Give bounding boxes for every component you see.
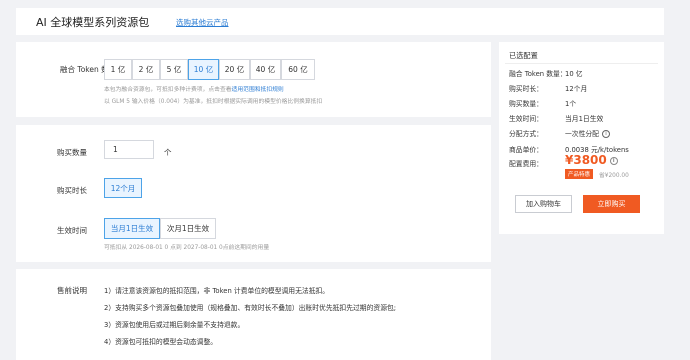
summary-duration-value: 12个月 xyxy=(565,85,588,93)
token-option-5[interactable]: 5 亿 xyxy=(160,59,188,80)
summary-allocation-value: 一次性分配 i xyxy=(565,128,610,138)
add-to-cart-button[interactable]: 加入购物车 xyxy=(515,195,572,213)
duration-label: 购买时长 xyxy=(57,186,87,195)
original-price: 省¥200.00 xyxy=(599,173,629,179)
price-value: ¥3800 xyxy=(565,153,607,167)
summary-price: ¥3800 i xyxy=(565,153,618,167)
other-products-link[interactable]: 选购其他云产品 xyxy=(176,17,229,28)
buy-now-button[interactable]: 立即购买 xyxy=(583,195,640,213)
token-desc-2: 以 GLM 5 输入价格（0.004）为基准，抵扣时根据实际调用的模型价格比例换… xyxy=(104,99,323,105)
token-option-2[interactable]: 2 亿 xyxy=(132,59,160,80)
token-desc-1: 本包为融合资源包，可抵扣多种计费项，点击查看适用范围和抵扣规则 xyxy=(104,84,284,93)
summary-token-label: 融合 Token 数量： xyxy=(509,70,567,78)
token-option-20[interactable]: 20 亿 xyxy=(219,59,250,80)
info-icon[interactable]: i xyxy=(609,156,618,165)
summary-quantity-label: 购买数量： xyxy=(509,100,543,108)
allocation-text: 一次性分配 xyxy=(565,130,599,138)
summary-allocation-label: 分配方式： xyxy=(509,130,543,138)
effective-label: 生效时间 xyxy=(57,226,87,235)
note-item: 1）请注意该资源包的抵扣范围，非 Token 计费单位的模型调用无法抵扣。 xyxy=(104,287,330,295)
token-option-60[interactable]: 60 亿 xyxy=(281,59,315,80)
deduction-rules-link[interactable]: 适用范围和抵扣规则 xyxy=(232,87,284,93)
summary-effective-value: 当月1日生效 xyxy=(565,115,604,123)
token-desc-text: 本包为融合资源包，可抵扣多种计费项，点击查看 xyxy=(104,87,232,93)
summary-effective-label: 生效时间： xyxy=(509,115,543,123)
summary-title: 已选配置 xyxy=(509,51,538,60)
summary-token-value: 10 亿 xyxy=(565,70,583,78)
note-item: 2）支持购买多个资源包叠加使用（规格叠加、有效时长不叠加）出账时优先抵扣先过期的… xyxy=(104,304,397,312)
token-option-40[interactable]: 40 亿 xyxy=(250,59,281,80)
page-title: AI 全球模型系列资源包 xyxy=(36,16,150,29)
info-icon[interactable]: i xyxy=(601,130,610,138)
summary-quantity-value: 1个 xyxy=(565,100,577,108)
summary-cost-label: 配置费用： xyxy=(509,160,543,168)
token-option-1[interactable]: 1 亿 xyxy=(104,59,132,80)
quantity-value: 1 xyxy=(113,145,118,154)
effective-hint: 可抵扣从 2026-08-01 0 点到 2027-08-01 0点前这期间的用… xyxy=(104,245,270,251)
notes-label: 售前说明 xyxy=(57,286,87,295)
quantity-label: 购买数量 xyxy=(57,148,87,157)
summary-unit-price-label: 商品单价： xyxy=(509,146,543,154)
header-bar: AI 全球模型系列资源包 选购其他云产品 xyxy=(16,8,664,35)
quantity-unit: 个 xyxy=(164,148,172,157)
effective-option-current-month[interactable]: 当月1日生效 xyxy=(104,218,160,239)
token-option-10[interactable]: 10 亿 xyxy=(188,59,219,80)
note-item: 4）资源包可抵扣的模型会动态调整。 xyxy=(104,338,218,346)
quantity-input[interactable]: 1 xyxy=(104,140,154,159)
summary-divider xyxy=(505,63,658,64)
duration-option-12-months[interactable]: 12个月 xyxy=(104,178,142,198)
notes-card xyxy=(16,269,491,360)
effective-option-next-month[interactable]: 次月1日生效 xyxy=(160,218,216,239)
promo-badge: 产品特惠 xyxy=(565,169,594,179)
note-item: 3）资源包使用后或过期后剩余量不支持退款。 xyxy=(104,321,245,329)
summary-duration-label: 购买时长： xyxy=(509,85,543,93)
